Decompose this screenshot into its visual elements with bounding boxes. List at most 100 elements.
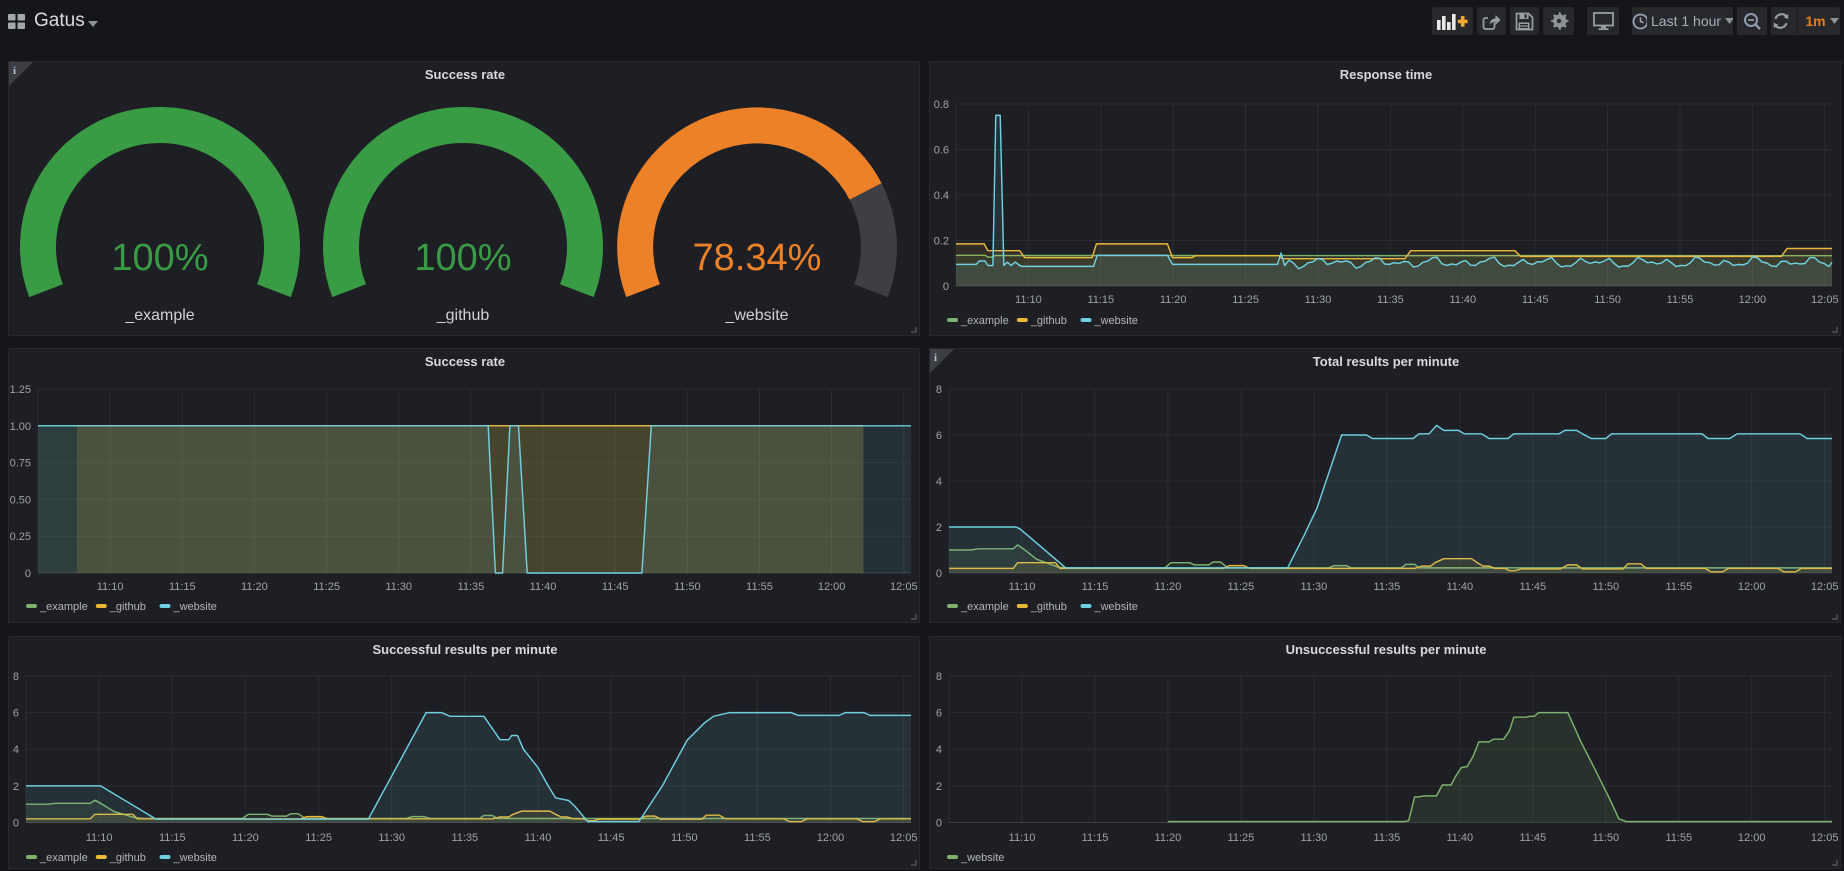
- svg-text:11:55: 11:55: [1665, 832, 1692, 844]
- svg-text:1.25: 1.25: [10, 384, 31, 396]
- svg-text:8: 8: [936, 671, 942, 683]
- svg-text:8: 8: [936, 384, 942, 396]
- svg-text:11:55: 11:55: [744, 832, 771, 844]
- svg-text:11:40: 11:40: [1446, 581, 1473, 593]
- svg-text:11:45: 11:45: [1519, 832, 1546, 844]
- svg-text:12:05: 12:05: [890, 832, 918, 844]
- svg-text:8: 8: [13, 671, 19, 683]
- svg-text:11:15: 11:15: [1082, 581, 1109, 593]
- svg-text:Unsuccessful results per minut: Unsuccessful results per minute: [1286, 642, 1487, 657]
- svg-text:i: i: [934, 352, 937, 364]
- svg-text:0.25: 0.25: [10, 531, 31, 543]
- svg-text:11:30: 11:30: [385, 581, 412, 593]
- svg-text:12:00: 12:00: [1738, 581, 1766, 593]
- svg-text:2: 2: [936, 781, 942, 793]
- svg-text:Total results per minute: Total results per minute: [1313, 354, 1459, 369]
- svg-text:Success rate: Success rate: [425, 354, 505, 369]
- svg-text:11:20: 11:20: [232, 832, 259, 844]
- svg-text:4: 4: [13, 744, 19, 756]
- svg-text:_example: _example: [39, 601, 88, 613]
- svg-text:4: 4: [936, 476, 942, 488]
- svg-text:4: 4: [936, 744, 942, 756]
- svg-text:11:20: 11:20: [241, 581, 268, 593]
- svg-text:_github: _github: [109, 601, 146, 613]
- svg-text:0: 0: [25, 568, 31, 580]
- svg-text:0: 0: [936, 568, 942, 580]
- svg-text:6: 6: [13, 708, 19, 720]
- svg-text:11:50: 11:50: [1592, 581, 1619, 593]
- svg-text:11:40: 11:40: [1446, 832, 1473, 844]
- svg-text:Successful results per minute: Successful results per minute: [373, 642, 558, 657]
- svg-text:12:00: 12:00: [1738, 832, 1766, 844]
- svg-text:2: 2: [936, 522, 942, 534]
- svg-text:11:55: 11:55: [1667, 294, 1694, 306]
- svg-text:0.75: 0.75: [10, 458, 31, 470]
- svg-text:11:25: 11:25: [305, 832, 332, 844]
- svg-text:11:20: 11:20: [1155, 832, 1182, 844]
- svg-text:0.2: 0.2: [934, 236, 949, 248]
- svg-text:_website: _website: [960, 852, 1004, 864]
- svg-text:11:35: 11:35: [1374, 581, 1401, 593]
- svg-text:6: 6: [936, 430, 942, 442]
- svg-text:0.8: 0.8: [934, 99, 949, 111]
- svg-text:11:45: 11:45: [598, 832, 625, 844]
- svg-text:i: i: [13, 65, 16, 77]
- svg-text:0.6: 0.6: [934, 145, 949, 157]
- svg-text:1.00: 1.00: [10, 421, 31, 433]
- svg-text:11:35: 11:35: [451, 832, 478, 844]
- svg-text:100%: 100%: [111, 237, 208, 279]
- svg-text:_github: _github: [436, 307, 490, 324]
- svg-text:11:30: 11:30: [1301, 581, 1328, 593]
- svg-text:11:15: 11:15: [1082, 832, 1109, 844]
- svg-text:11:50: 11:50: [1594, 294, 1621, 306]
- svg-text:12:05: 12:05: [1811, 581, 1839, 593]
- svg-text:_example: _example: [124, 307, 194, 324]
- svg-text:0.4: 0.4: [934, 190, 949, 202]
- svg-text:11:55: 11:55: [1665, 581, 1692, 593]
- svg-text:_website: _website: [724, 307, 788, 324]
- svg-text:12:00: 12:00: [818, 581, 846, 593]
- svg-text:11:10: 11:10: [86, 832, 113, 844]
- svg-text:11:50: 11:50: [671, 832, 698, 844]
- svg-text:11:25: 11:25: [1232, 294, 1259, 306]
- svg-text:11:30: 11:30: [378, 832, 405, 844]
- svg-text:11:25: 11:25: [1228, 581, 1255, 593]
- svg-text:11:50: 11:50: [1592, 832, 1619, 844]
- svg-text:6: 6: [936, 708, 942, 720]
- svg-text:11:15: 11:15: [1087, 294, 1114, 306]
- svg-text:11:15: 11:15: [159, 832, 186, 844]
- svg-text:_example: _example: [960, 315, 1009, 327]
- svg-text:12:00: 12:00: [817, 832, 845, 844]
- svg-text:11:30: 11:30: [1301, 832, 1328, 844]
- svg-text:_github: _github: [1030, 315, 1067, 327]
- svg-text:_website: _website: [1094, 601, 1138, 613]
- svg-text:Response time: Response time: [1340, 67, 1432, 82]
- svg-text:11:10: 11:10: [1009, 581, 1036, 593]
- svg-text:78.34%: 78.34%: [693, 237, 822, 279]
- svg-text:2: 2: [13, 781, 19, 793]
- svg-text:0: 0: [943, 281, 949, 293]
- svg-text:11:45: 11:45: [602, 581, 629, 593]
- svg-text:11:20: 11:20: [1155, 581, 1182, 593]
- svg-text:11:35: 11:35: [458, 581, 485, 593]
- svg-text:_github: _github: [1030, 601, 1067, 613]
- svg-text:12:00: 12:00: [1739, 294, 1767, 306]
- svg-text:Success rate: Success rate: [425, 67, 505, 82]
- svg-text:_github: _github: [109, 852, 146, 864]
- svg-text:0: 0: [13, 818, 19, 830]
- svg-text:_website: _website: [1094, 315, 1138, 327]
- svg-text:11:30: 11:30: [1305, 294, 1332, 306]
- svg-text:_website: _website: [173, 601, 217, 613]
- svg-text:0: 0: [936, 818, 942, 830]
- svg-text:_example: _example: [960, 601, 1009, 613]
- svg-text:0.50: 0.50: [10, 494, 31, 506]
- svg-text:11:10: 11:10: [97, 581, 124, 593]
- svg-text:11:25: 11:25: [313, 581, 340, 593]
- svg-text:12:05: 12:05: [890, 581, 918, 593]
- svg-text:11:25: 11:25: [1228, 832, 1255, 844]
- svg-text:11:40: 11:40: [525, 832, 552, 844]
- svg-text:11:20: 11:20: [1160, 294, 1187, 306]
- svg-text:11:40: 11:40: [1449, 294, 1476, 306]
- svg-text:12:05: 12:05: [1811, 294, 1839, 306]
- svg-text:11:10: 11:10: [1009, 832, 1036, 844]
